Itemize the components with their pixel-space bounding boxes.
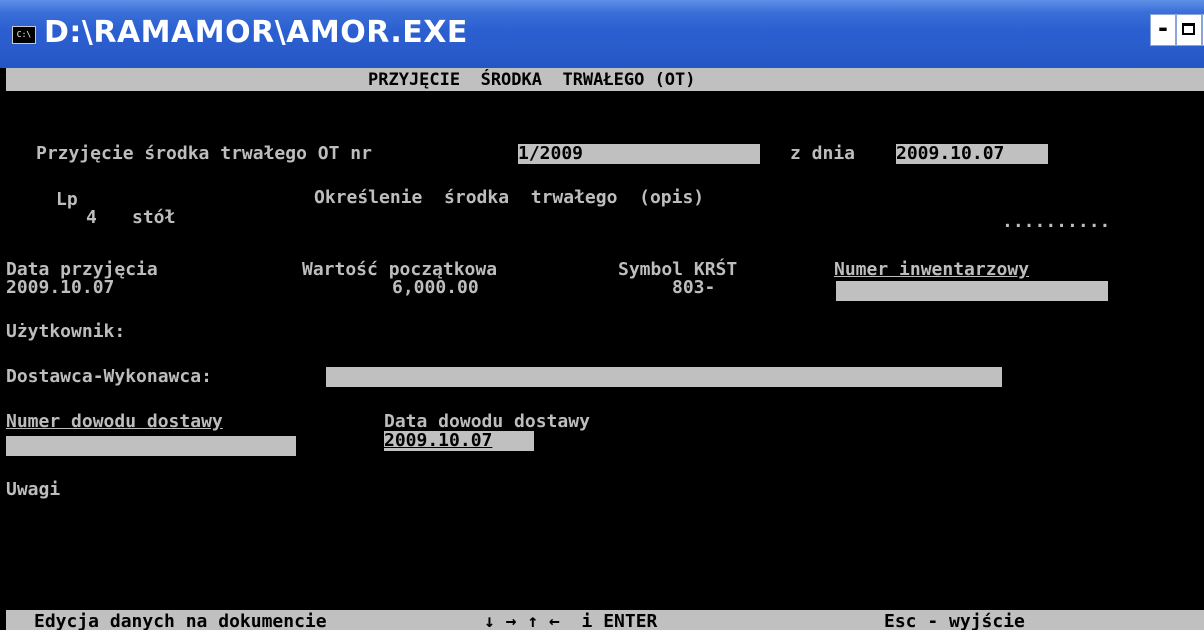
delivery-doc-date-field[interactable]: 2009.10.07 (384, 431, 534, 451)
status-exit-hint: Esc - wyjście (884, 611, 1025, 630)
maximize-icon (1182, 23, 1195, 35)
ot-number-label: Przyjęcie środka trwałego OT nr (36, 143, 372, 164)
form-header-bar: PRZYJĘCIE ŚRODKA TRWAŁEGO (OT) (6, 68, 1204, 91)
form-title: PRZYJĘCIE ŚRODKA TRWAŁEGO (OT) (368, 70, 696, 90)
status-bar: Edycja danych na dokumencie ↓ → ↑ ← i EN… (6, 610, 1204, 630)
date-label: z dnia (790, 143, 856, 164)
supplier-label: Dostawca-Wykonawca: (6, 366, 212, 387)
console-area[interactable]: PRZYJĘCIE ŚRODKA TRWAŁEGO (OT) Przyjęcie… (6, 68, 1204, 630)
description-label: Określenie środka trwałego (opis) (314, 187, 705, 208)
lp-value: 4 (86, 207, 97, 228)
status-keys-hint: ↓ → ↑ ← i ENTER (484, 611, 658, 630)
description-dots: .......... (1002, 211, 1111, 232)
delivery-doc-number-field[interactable] (6, 436, 296, 456)
lp-label: Lp (56, 189, 78, 210)
description-value[interactable]: stół (132, 208, 175, 228)
delivery-doc-number-label: Numer dowodu dostawy (6, 411, 223, 432)
acquisition-date-value[interactable]: 2009.10.07 (6, 278, 114, 298)
status-edit-hint: Edycja danych na dokumencie (34, 611, 327, 630)
krst-symbol-value[interactable]: 803- (672, 278, 715, 298)
title-bar: C:\ D:\RAMAMOR\AMOR.EXE - × (0, 0, 1204, 68)
supplier-field[interactable] (326, 367, 1002, 387)
console-app-icon[interactable]: C:\ (12, 26, 36, 44)
window-title: D:\RAMAMOR\AMOR.EXE (44, 15, 468, 50)
inventory-number-label: Numer inwentarzowy (834, 259, 1030, 280)
inventory-number-field[interactable] (836, 281, 1108, 301)
minimize-button[interactable]: - (1150, 14, 1176, 46)
document-date-field[interactable]: 2009.10.07 (896, 144, 1048, 164)
initial-value[interactable]: 6,000.00 (392, 278, 479, 298)
delivery-doc-date-label: Data dowodu dostawy (384, 411, 590, 432)
notes-label: Uwagi (6, 479, 61, 500)
user-label: Użytkownik: (6, 321, 126, 342)
ot-number-field[interactable]: 1/2009 (518, 144, 760, 164)
maximize-button[interactable] (1176, 14, 1202, 46)
